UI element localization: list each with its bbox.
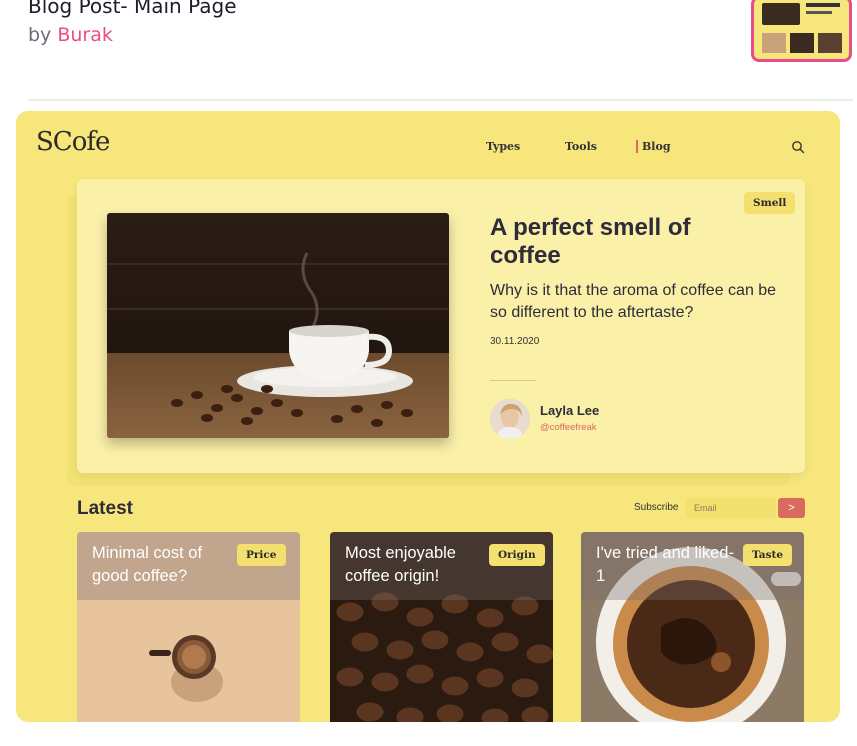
hero-title[interactable]: A perfect smell of coffee: [490, 214, 740, 270]
nav-tools[interactable]: Tools: [565, 140, 597, 153]
email-field[interactable]: [686, 498, 776, 518]
card-title[interactable]: Minimal cost of good coffee?: [92, 542, 232, 588]
article-card-origin[interactable]: Most enjoyable coffee origin! Origin: [330, 532, 553, 722]
article-card-price[interactable]: Minimal cost of good coffee? Price: [77, 532, 300, 722]
shot-canvas: SCofe Types Tools Blog Smell A perfect s…: [16, 111, 840, 722]
by-label: by: [28, 24, 52, 46]
hero-date: 30.11.2020: [490, 336, 540, 347]
header-divider: [28, 99, 853, 101]
card-title[interactable]: Most enjoyable coffee origin!: [345, 542, 485, 588]
hero-tag-badge[interactable]: Smell: [744, 192, 796, 214]
hero-card[interactable]: Smell A perfect smell of coffee Why is i…: [77, 179, 805, 473]
nav-blog[interactable]: Blog: [636, 140, 671, 153]
article-card-taste[interactable]: I've tried and liked-1 Taste: [581, 532, 804, 722]
card-tag-badge[interactable]: Price: [237, 544, 286, 566]
author-handle[interactable]: @coffeefreak: [540, 422, 596, 433]
site-logo[interactable]: SCofe: [36, 127, 110, 157]
shot-thumbnail[interactable]: [751, 0, 852, 62]
shot-title: Blog Post- Main Page: [28, 0, 237, 18]
subscribe-button[interactable]: >: [778, 498, 805, 518]
latest-heading: Latest: [77, 498, 133, 519]
author-name[interactable]: Layla Lee: [540, 403, 599, 418]
hero-rule: [490, 380, 536, 381]
hero-subtitle: Why is it that the aroma of coffee can b…: [490, 282, 777, 321]
shot-byline: by Burak: [28, 24, 113, 46]
search-icon[interactable]: [791, 140, 805, 154]
card-title[interactable]: I've tried and liked-1: [596, 542, 736, 588]
author-avatar[interactable]: [490, 399, 530, 439]
hero-coffee-image: [107, 213, 449, 438]
author-link[interactable]: Burak: [57, 24, 113, 46]
card-tag-badge[interactable]: Origin: [489, 544, 545, 566]
subscribe-label: Subscribe: [634, 502, 679, 513]
nav-types[interactable]: Types: [486, 140, 520, 153]
card-tag-badge[interactable]: Taste: [743, 544, 793, 566]
